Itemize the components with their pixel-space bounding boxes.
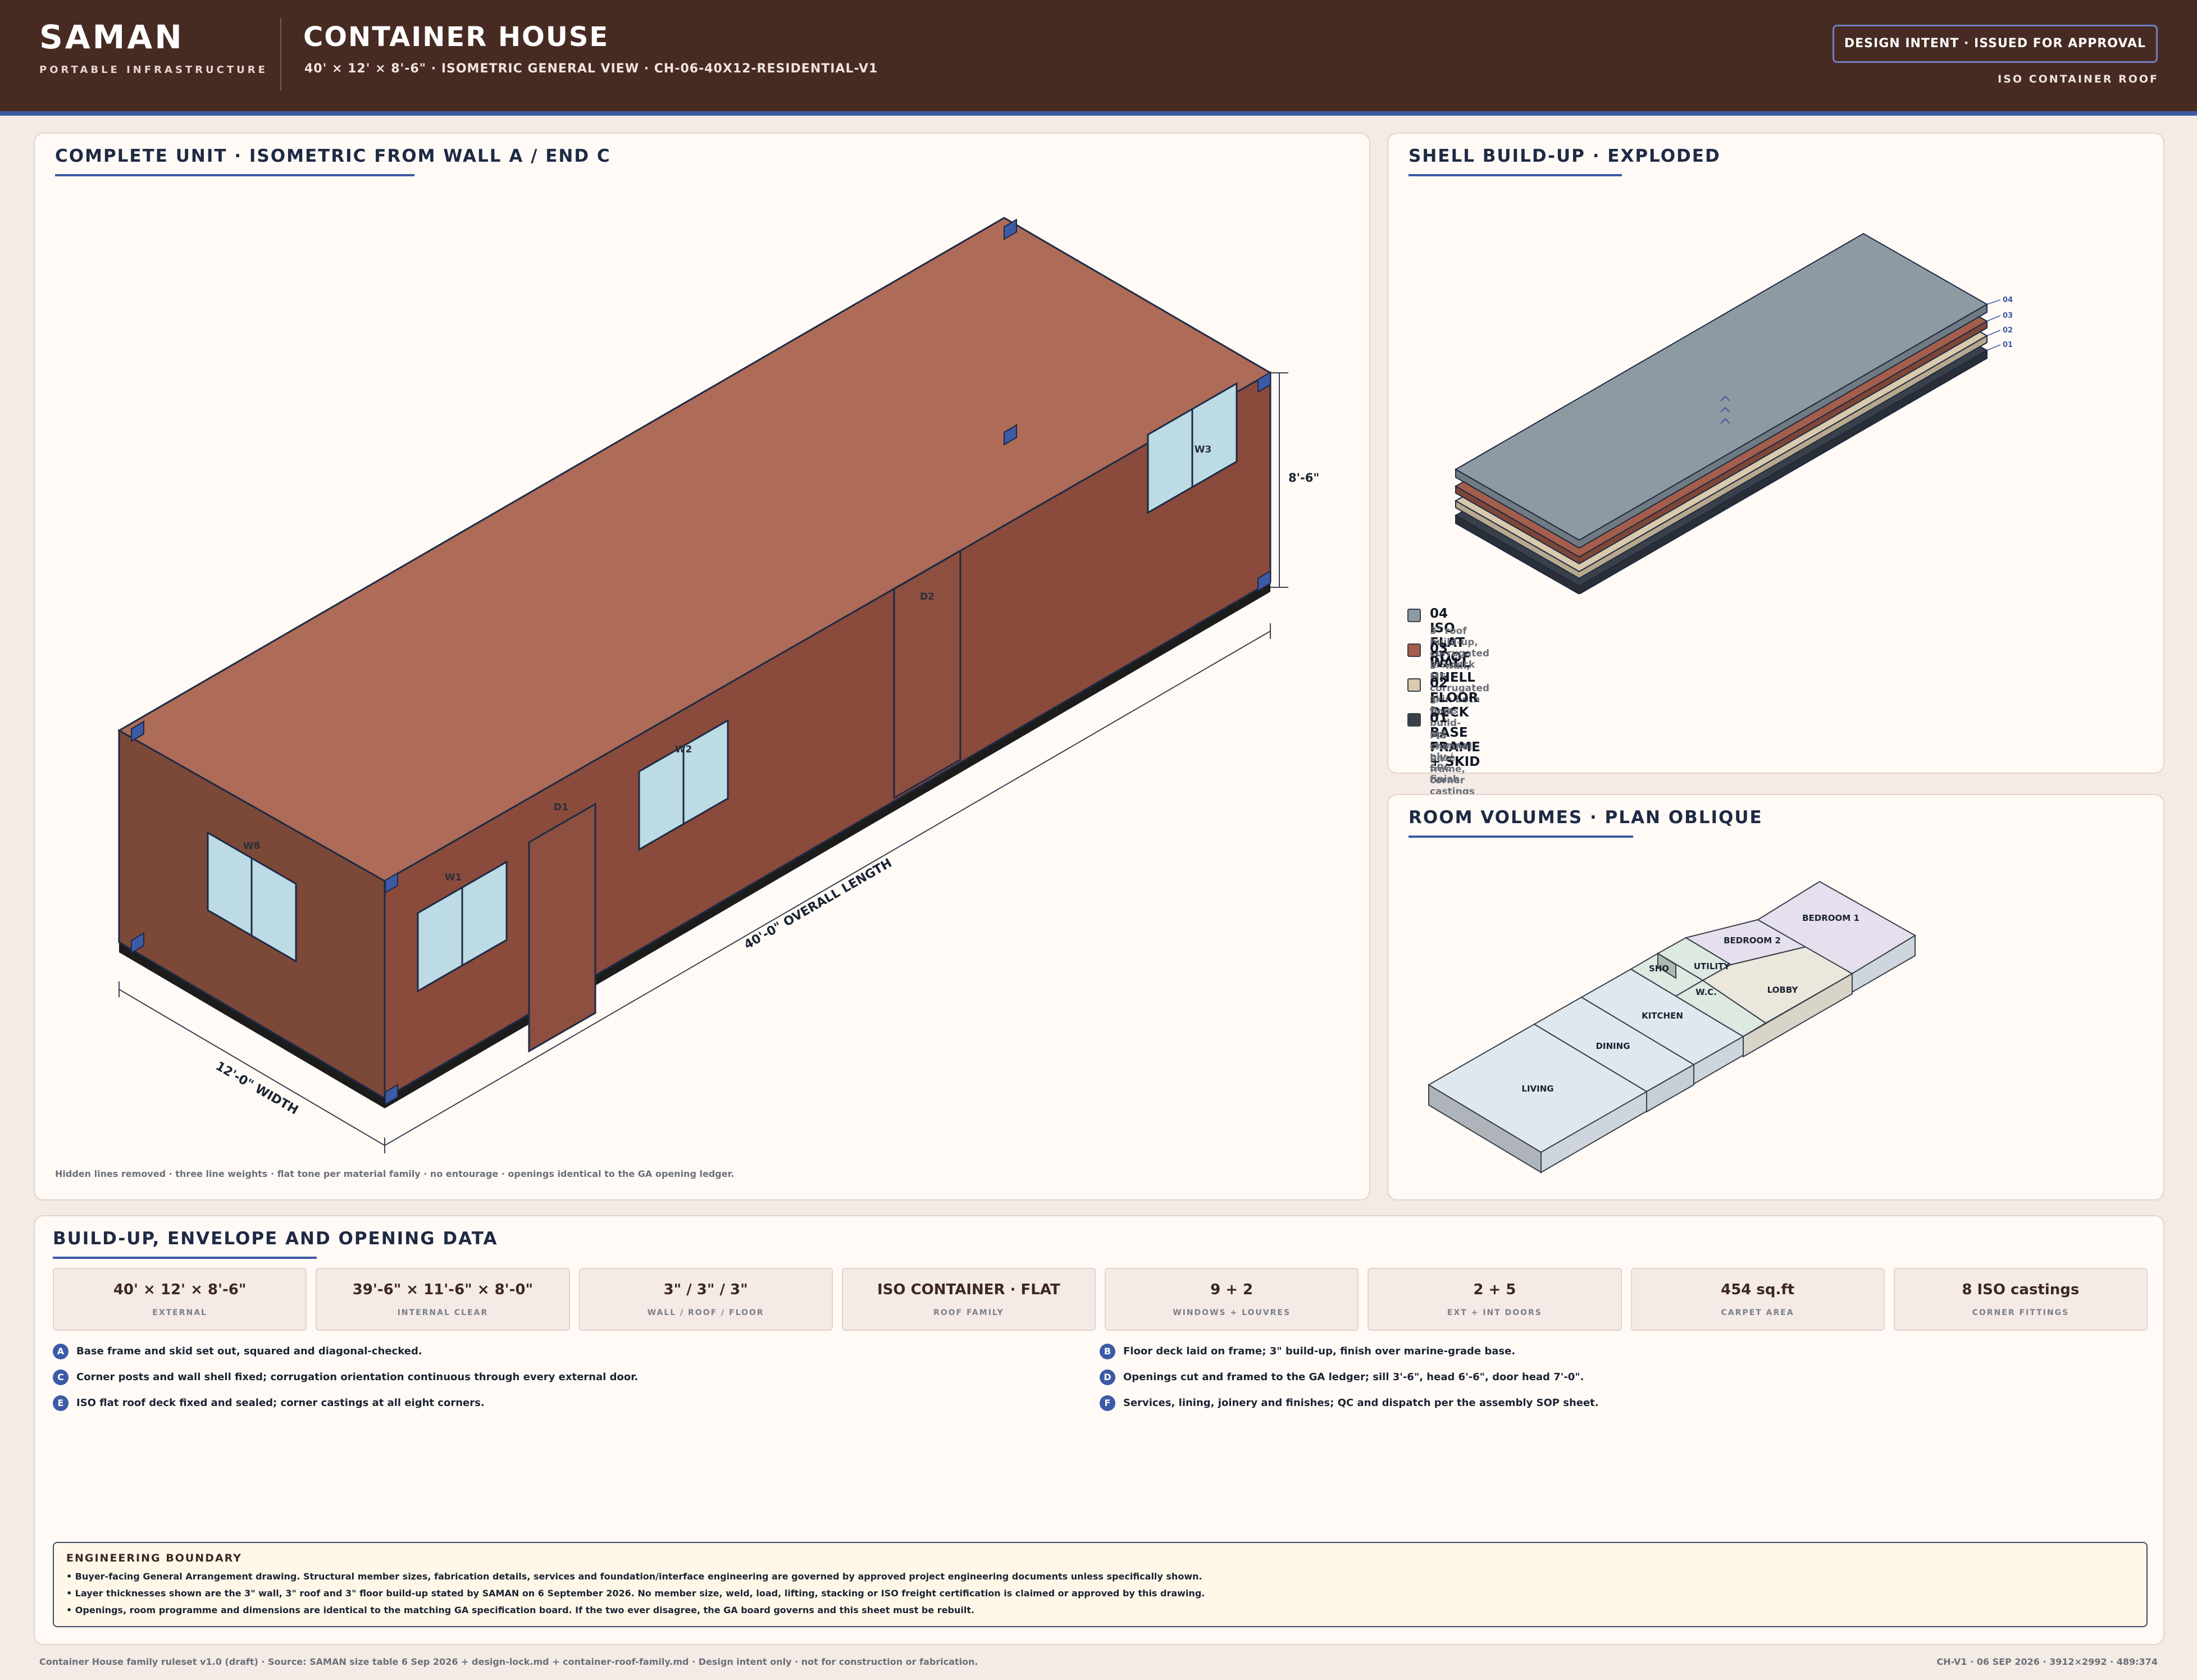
title-underline <box>53 1257 317 1259</box>
title-bar: SAMAN PORTABLE INFRASTRUCTURE CONTAINER … <box>0 0 2197 116</box>
window-label-w2: W2 <box>675 744 692 755</box>
door-d1 <box>528 802 596 1053</box>
stat-label: CARPET AREA <box>1721 1308 1794 1317</box>
room-label-kitchen: KITCHEN <box>1642 1011 1683 1021</box>
stat-card: 454 sq.ft CARPET AREA <box>1630 1268 1885 1331</box>
status-badge: DESIGN INTENT · ISSUED FOR APPROVAL <box>1832 25 2158 63</box>
window-label-w1: W1 <box>445 872 462 883</box>
container-isometric-drawing: W1 W2 W3 W8 D1 D2 8'-6" 40'-0" OVERALL L… <box>117 217 1319 1153</box>
stat-cards: 40' × 12' × 8'-6" EXTERNAL 39'-6" × 11'-6… <box>53 1268 2148 1331</box>
step-text: Corner posts and wall shell fixed; corru… <box>76 1371 639 1383</box>
step-badge: D <box>1100 1369 1115 1385</box>
roof-family-label: ISO CONTAINER ROOF <box>1998 73 2159 85</box>
layer-tag: 01 <box>2003 341 2013 349</box>
stat-card: 40' × 12' × 8'-6" EXTERNAL <box>53 1268 307 1331</box>
stat-card: ISO CONTAINER · FLAT ROOF FAMILY <box>841 1268 1096 1331</box>
stat-label: WINDOWS + LOUVRES <box>1173 1308 1291 1317</box>
stat-value: 40' × 12' × 8'-6" <box>113 1281 247 1298</box>
footer-sheet-ref: CH-V1 · 06 SEP 2026 · 3912×2992 · 489:37… <box>1936 1656 2158 1667</box>
sheet-title: CONTAINER HOUSE <box>303 21 609 53</box>
step-text: Services, lining, joinery and finishes; … <box>1123 1397 1599 1409</box>
step-text: Base frame and skid set out, squared and… <box>76 1345 422 1357</box>
isometric-view-panel: COMPLETE UNIT · ISOMETRIC FROM WALL A / … <box>34 133 1370 1200</box>
height-dimension: 8'-6" <box>1288 471 1319 485</box>
stat-card: 9 + 2 WINDOWS + LOUVRES <box>1105 1268 1359 1331</box>
sheet-subtitle: 40' × 12' × 8'-6" · ISOMETRIC GENERAL VI… <box>304 62 878 76</box>
window-label-w3: W3 <box>1195 444 1212 455</box>
stat-label: CORNER FITTINGS <box>1972 1308 2070 1317</box>
door-label-d2: D2 <box>920 591 935 602</box>
step-text: Floor deck laid on frame; 3" build-up, f… <box>1123 1345 1516 1357</box>
room-label-bedroom-1: BEDROOM 1 <box>1802 913 1859 923</box>
room-oblique-drawing: LIVING DINING KITCHEN SHO UTILITY W.C. L… <box>1428 880 1916 1174</box>
door-label-d1: D1 <box>554 802 568 813</box>
stat-value: 3" / 3" / 3" <box>663 1281 748 1298</box>
stat-value: 454 sq.ft <box>1721 1281 1795 1298</box>
stat-label: EXT + INT DOORS <box>1447 1308 1542 1317</box>
brand-block: SAMAN PORTABLE INFRASTRUCTURE <box>39 18 268 76</box>
step-badge: F <box>1100 1395 1115 1411</box>
step-item: D Openings cut and framed to the GA ledge… <box>1100 1369 1584 1386</box>
step-text: Openings cut and framed to the GA ledger… <box>1123 1371 1584 1383</box>
engineering-boundary-note: ENGINEERING BOUNDARY • Buyer-facing Gene… <box>53 1542 2148 1627</box>
footer-source-note: Container House family ruleset v1.0 (dra… <box>39 1656 978 1667</box>
header-divider <box>280 18 281 91</box>
note-line: • Buyer-facing General Arrangement drawi… <box>66 1571 1202 1582</box>
step-item: F Services, lining, joinery and finishes;… <box>1100 1395 1599 1412</box>
stat-card: 8 ISO castings CORNER FITTINGS <box>1893 1268 2148 1331</box>
stat-card: 39'-6" × 11'-6" × 8'-0" INTERNAL CLEAR <box>316 1268 570 1331</box>
legend-swatch <box>1407 609 1421 622</box>
stat-value: 39'-6" × 11'-6" × 8'-0" <box>352 1281 534 1298</box>
step-text: ISO flat roof deck fixed and sealed; cor… <box>76 1397 485 1409</box>
note-title: ENGINEERING BOUNDARY <box>66 1552 243 1564</box>
layer-tag: 02 <box>2003 326 2013 335</box>
room-label-utility: UTILITY <box>1694 961 1730 971</box>
window-label-w8: W8 <box>243 841 261 852</box>
legend-swatch <box>1407 713 1421 727</box>
step-badge: A <box>53 1344 69 1359</box>
drawing-caption: Hidden lines removed · three line weight… <box>55 1168 735 1179</box>
legend-swatch <box>1407 678 1421 692</box>
room-label-bedroom-2: BEDROOM 2 <box>1724 935 1781 946</box>
room-label-dining: DINING <box>1596 1041 1630 1051</box>
room-label-shower: SHO <box>1649 964 1669 974</box>
step-badge: E <box>53 1395 69 1411</box>
brand-name: SAMAN <box>39 18 184 56</box>
step-item: C Corner posts and wall shell fixed; corr… <box>53 1369 638 1386</box>
stat-value: 8 ISO castings <box>1962 1281 2080 1298</box>
panel-title: BUILD-UP, ENVELOPE AND OPENING DATA <box>53 1229 498 1249</box>
exploded-layers-drawing: 04 03 02 01 <box>1454 232 2013 594</box>
layer-leaders <box>1986 299 2001 351</box>
step-badge: B <box>1100 1344 1115 1359</box>
stat-value: 9 + 2 <box>1210 1281 1254 1298</box>
note-line: • Openings, room programme and dimension… <box>66 1605 975 1615</box>
shell-buildup-panel: SHELL BUILD-UP · EXPLODED 04 03 02 01 04… <box>1387 133 2164 797</box>
stat-value: 2 + 5 <box>1473 1281 1516 1298</box>
room-volumes-panel: ROOM VOLUMES · PLAN OBLIQUE LIVING DININ… <box>1387 794 2164 1200</box>
buildup-data-panel: BUILD-UP, ENVELOPE AND OPENING DATA 40' … <box>34 1215 2164 1645</box>
brand-tagline: PORTABLE INFRASTRUCTURE <box>39 64 268 76</box>
step-item: E ISO flat roof deck fixed and sealed; co… <box>53 1395 485 1412</box>
room-label-living: LIVING <box>1521 1084 1553 1094</box>
stat-card: 3" / 3" / 3" WALL / ROOF / FLOOR <box>578 1268 833 1331</box>
stat-value: ISO CONTAINER · FLAT <box>877 1281 1060 1298</box>
stat-label: INTERNAL CLEAR <box>397 1308 489 1317</box>
stat-card: 2 + 5 EXT + INT DOORS <box>1368 1268 1622 1331</box>
room-label-wc: W.C. <box>1695 987 1717 997</box>
stat-label: WALL / ROOF / FLOOR <box>647 1308 764 1317</box>
stat-label: EXTERNAL <box>152 1308 207 1317</box>
room-label-lobby: LOBBY <box>1767 985 1799 995</box>
stat-label: ROOF FAMILY <box>933 1308 1004 1317</box>
step-item: B Floor deck laid on frame; 3" build-up, … <box>1100 1343 1515 1360</box>
note-line: • Layer thicknesses shown are the 3" wal… <box>66 1588 1205 1599</box>
legend-desc: MS channel base frame, corner castings <box>1430 730 1475 797</box>
door-d2 <box>893 549 961 800</box>
step-item: A Base frame and skid set out, squared an… <box>53 1343 422 1360</box>
step-badge: C <box>53 1369 69 1385</box>
legend-swatch <box>1407 643 1421 657</box>
layer-tag: 04 <box>2003 296 2013 304</box>
layer-tag: 03 <box>2003 312 2013 320</box>
